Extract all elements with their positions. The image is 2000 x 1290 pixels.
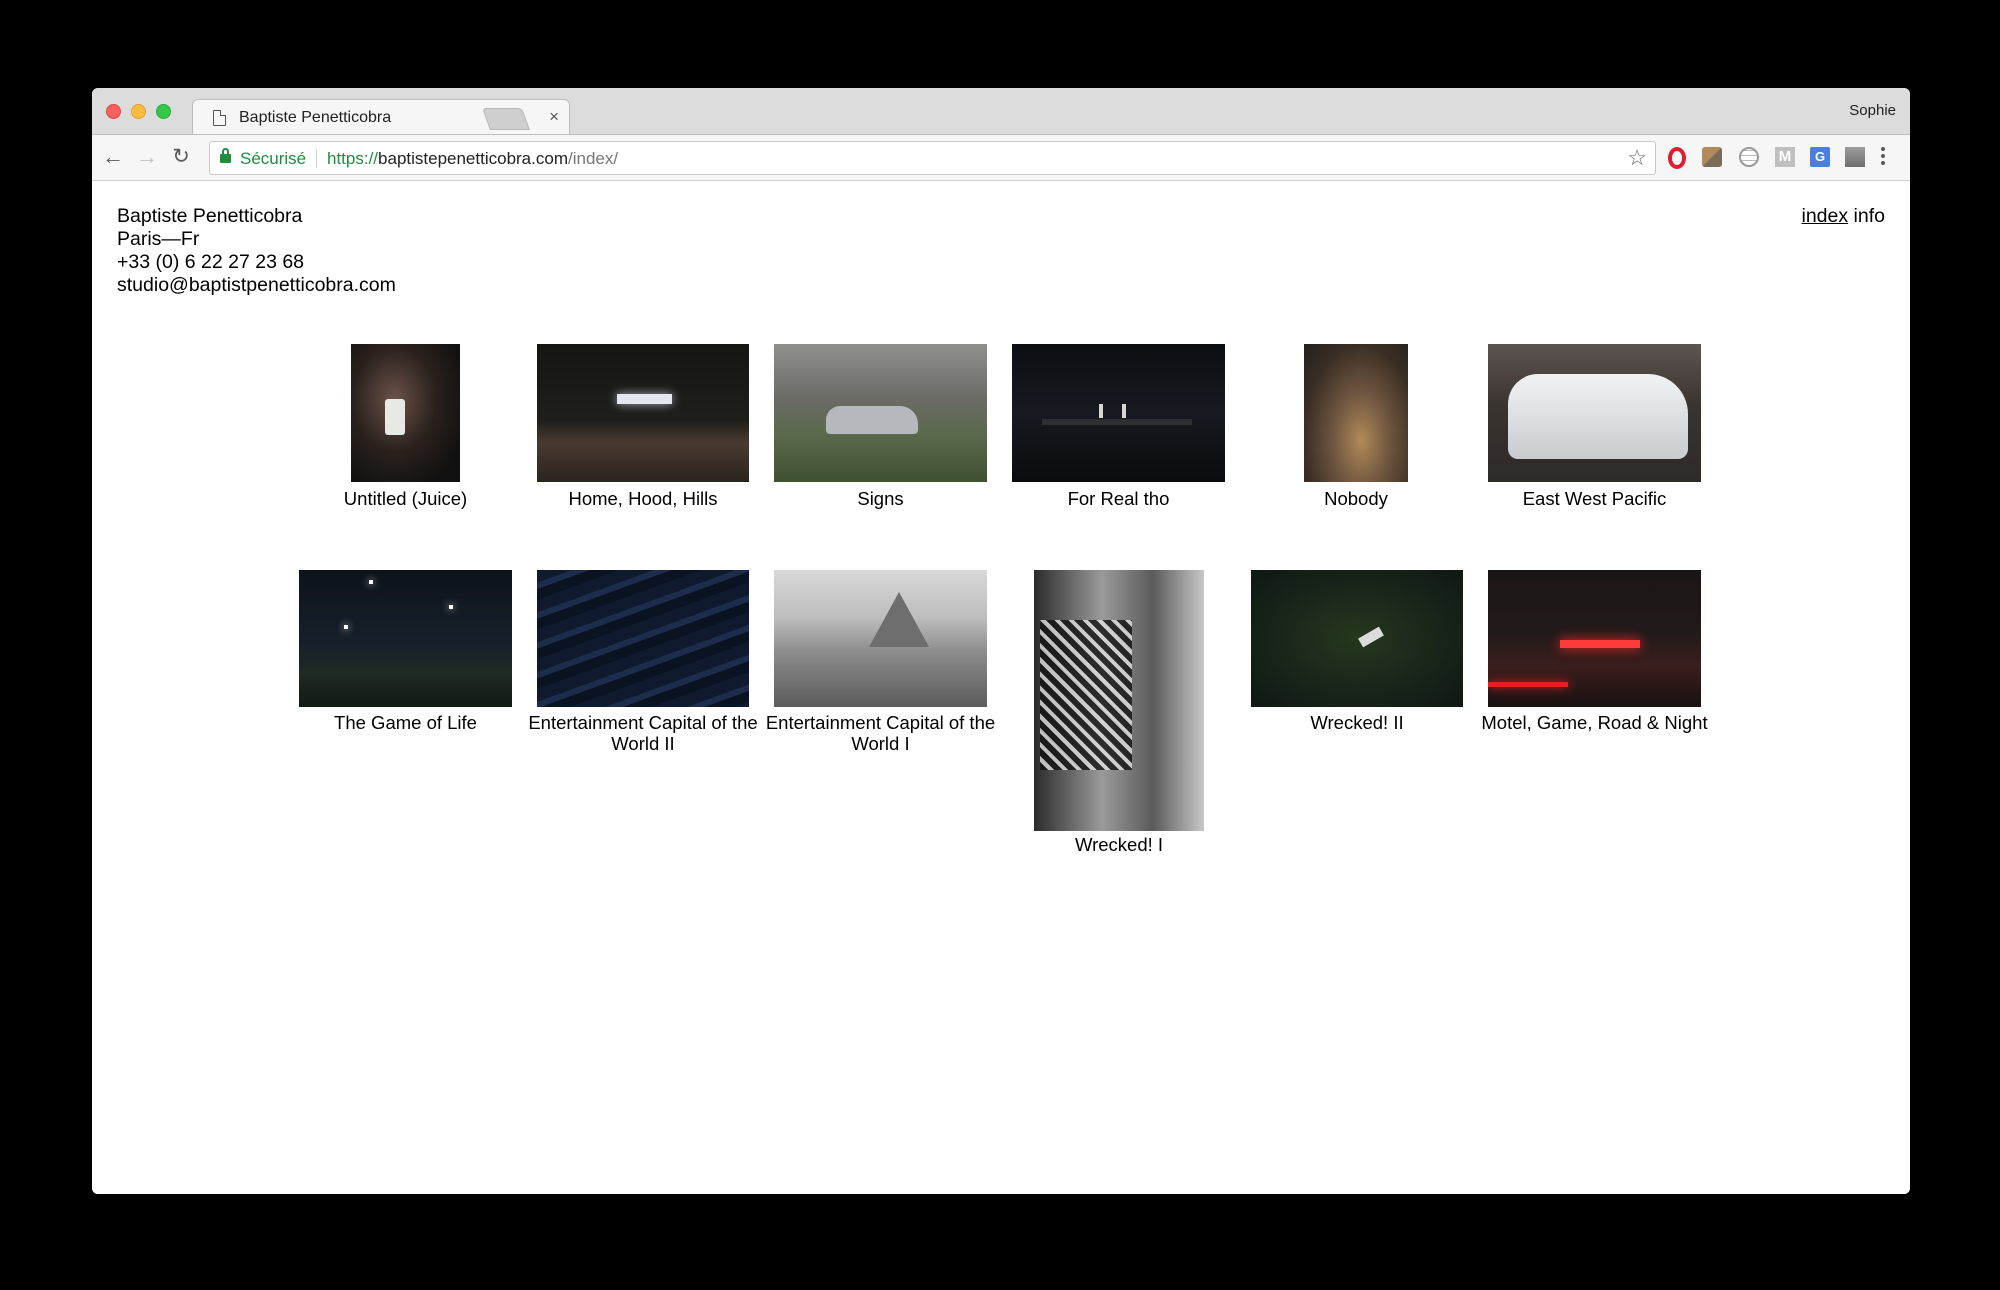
tab-strip: Baptiste Penetticobra × Sophie — [92, 88, 1910, 135]
project-item[interactable]: For Real tho — [1012, 344, 1225, 514]
reload-icon[interactable]: ↻ — [168, 144, 194, 170]
forward-arrow-icon[interactable]: → — [134, 144, 160, 170]
project-thumbnail[interactable] — [299, 570, 512, 707]
project-title: Wrecked! I — [1074, 834, 1164, 855]
project-title: For Real tho — [1067, 488, 1170, 509]
contact-block: Baptiste Penetticobra Paris—Fr +33 (0) 6… — [117, 205, 396, 297]
gmail-extension-icon[interactable]: M — [1775, 147, 1795, 167]
email: studio@baptistpenetticobra.com — [117, 274, 396, 296]
browser-window: Baptiste Penetticobra × Sophie ← → ↻ Séc… — [92, 88, 1910, 1194]
project-thumbnail[interactable] — [774, 570, 987, 707]
project-item[interactable]: Signs — [774, 344, 987, 514]
new-tab-button[interactable] — [481, 108, 531, 130]
project-item[interactable]: Entertainment Capital of the World I — [766, 570, 995, 760]
project-item[interactable]: Wrecked! I — [1034, 570, 1204, 860]
secure-label: Sécurisé — [240, 149, 307, 168]
divider — [316, 150, 317, 168]
project-thumbnail[interactable] — [351, 344, 460, 482]
project-thumbnail[interactable] — [537, 570, 749, 707]
back-arrow-icon[interactable]: ← — [100, 144, 126, 170]
project-item[interactable]: Wrecked! II — [1251, 570, 1463, 760]
project-thumbnail[interactable] — [1488, 344, 1701, 482]
project-thumbnail[interactable] — [1034, 570, 1204, 831]
project-thumbnail[interactable] — [537, 344, 749, 482]
menu-dots-icon[interactable] — [1880, 145, 1886, 169]
close-window-button[interactable] — [106, 104, 121, 119]
project-title: Wrecked! II — [1310, 712, 1404, 733]
project-thumbnail[interactable] — [1304, 344, 1408, 482]
document-icon — [213, 110, 226, 126]
project-item[interactable]: Nobody — [1304, 344, 1408, 514]
address-bar[interactable]: Sécurisé https://baptistepenetticobra.co… — [209, 141, 1656, 175]
project-item[interactable]: Home, Hood, Hills — [537, 344, 749, 514]
browser-toolbar: ← → ↻ Sécurisé https://baptistepenettico… — [92, 134, 1910, 181]
project-title: Motel, Game, Road & Night — [1481, 712, 1708, 733]
project-title: Signs — [857, 488, 904, 509]
tab-title: Baptiste Penetticobra — [239, 109, 392, 126]
lock-icon — [220, 148, 231, 163]
minimize-window-button[interactable] — [131, 104, 146, 119]
project-item[interactable]: The Game of Life — [299, 570, 512, 760]
photo-extension-icon[interactable] — [1845, 147, 1865, 167]
project-thumbnail[interactable] — [1251, 570, 1463, 707]
nav-info-link[interactable]: info — [1854, 205, 1885, 227]
url-scheme: https:// — [327, 149, 379, 168]
project-title: Untitled (Juice) — [343, 488, 468, 509]
project-item[interactable]: Motel, Game, Road & Night — [1481, 570, 1708, 760]
project-title: Entertainment Capital of the World II — [528, 712, 758, 754]
project-item[interactable]: Untitled (Juice) — [344, 344, 467, 514]
project-title: East West Pacific — [1522, 488, 1667, 509]
phone: +33 (0) 6 22 27 23 68 — [117, 251, 305, 273]
url-text[interactable]: https://baptistepenetticobra.com/index/ — [327, 149, 618, 169]
project-thumbnail[interactable] — [1488, 570, 1701, 707]
translate-extension-icon[interactable]: G — [1810, 147, 1830, 167]
project-title: Entertainment Capital of the World I — [765, 712, 996, 754]
nav-index-link[interactable]: index — [1802, 205, 1849, 227]
project-title: Home, Hood, Hills — [568, 488, 718, 509]
profile-name[interactable]: Sophie — [1849, 102, 1896, 119]
globe-extension-icon[interactable] — [1739, 147, 1759, 167]
url-host: baptistepenetticobra.com — [378, 149, 568, 168]
project-title: Nobody — [1324, 488, 1388, 509]
project-item[interactable]: East West Pacific — [1488, 344, 1701, 514]
site-name: Baptiste Penetticobra — [117, 205, 303, 227]
close-tab-icon[interactable]: × — [549, 108, 559, 126]
opera-icon[interactable] — [1668, 147, 1686, 169]
project-item[interactable]: Entertainment Capital of the World II — [528, 570, 758, 760]
puzzle-extension-icon[interactable] — [1702, 147, 1722, 167]
url-path: /index/ — [567, 149, 619, 168]
bookmark-star-icon[interactable]: ☆ — [1627, 145, 1647, 171]
location: Paris—Fr — [117, 228, 200, 250]
project-thumbnail[interactable] — [774, 344, 987, 482]
top-nav: index info — [1802, 205, 1886, 228]
page-content: Baptiste Penetticobra Paris—Fr +33 (0) 6… — [92, 181, 1910, 1194]
zoom-window-button[interactable] — [156, 104, 171, 119]
project-title: The Game of Life — [334, 712, 477, 733]
project-thumbnail[interactable] — [1012, 344, 1225, 482]
